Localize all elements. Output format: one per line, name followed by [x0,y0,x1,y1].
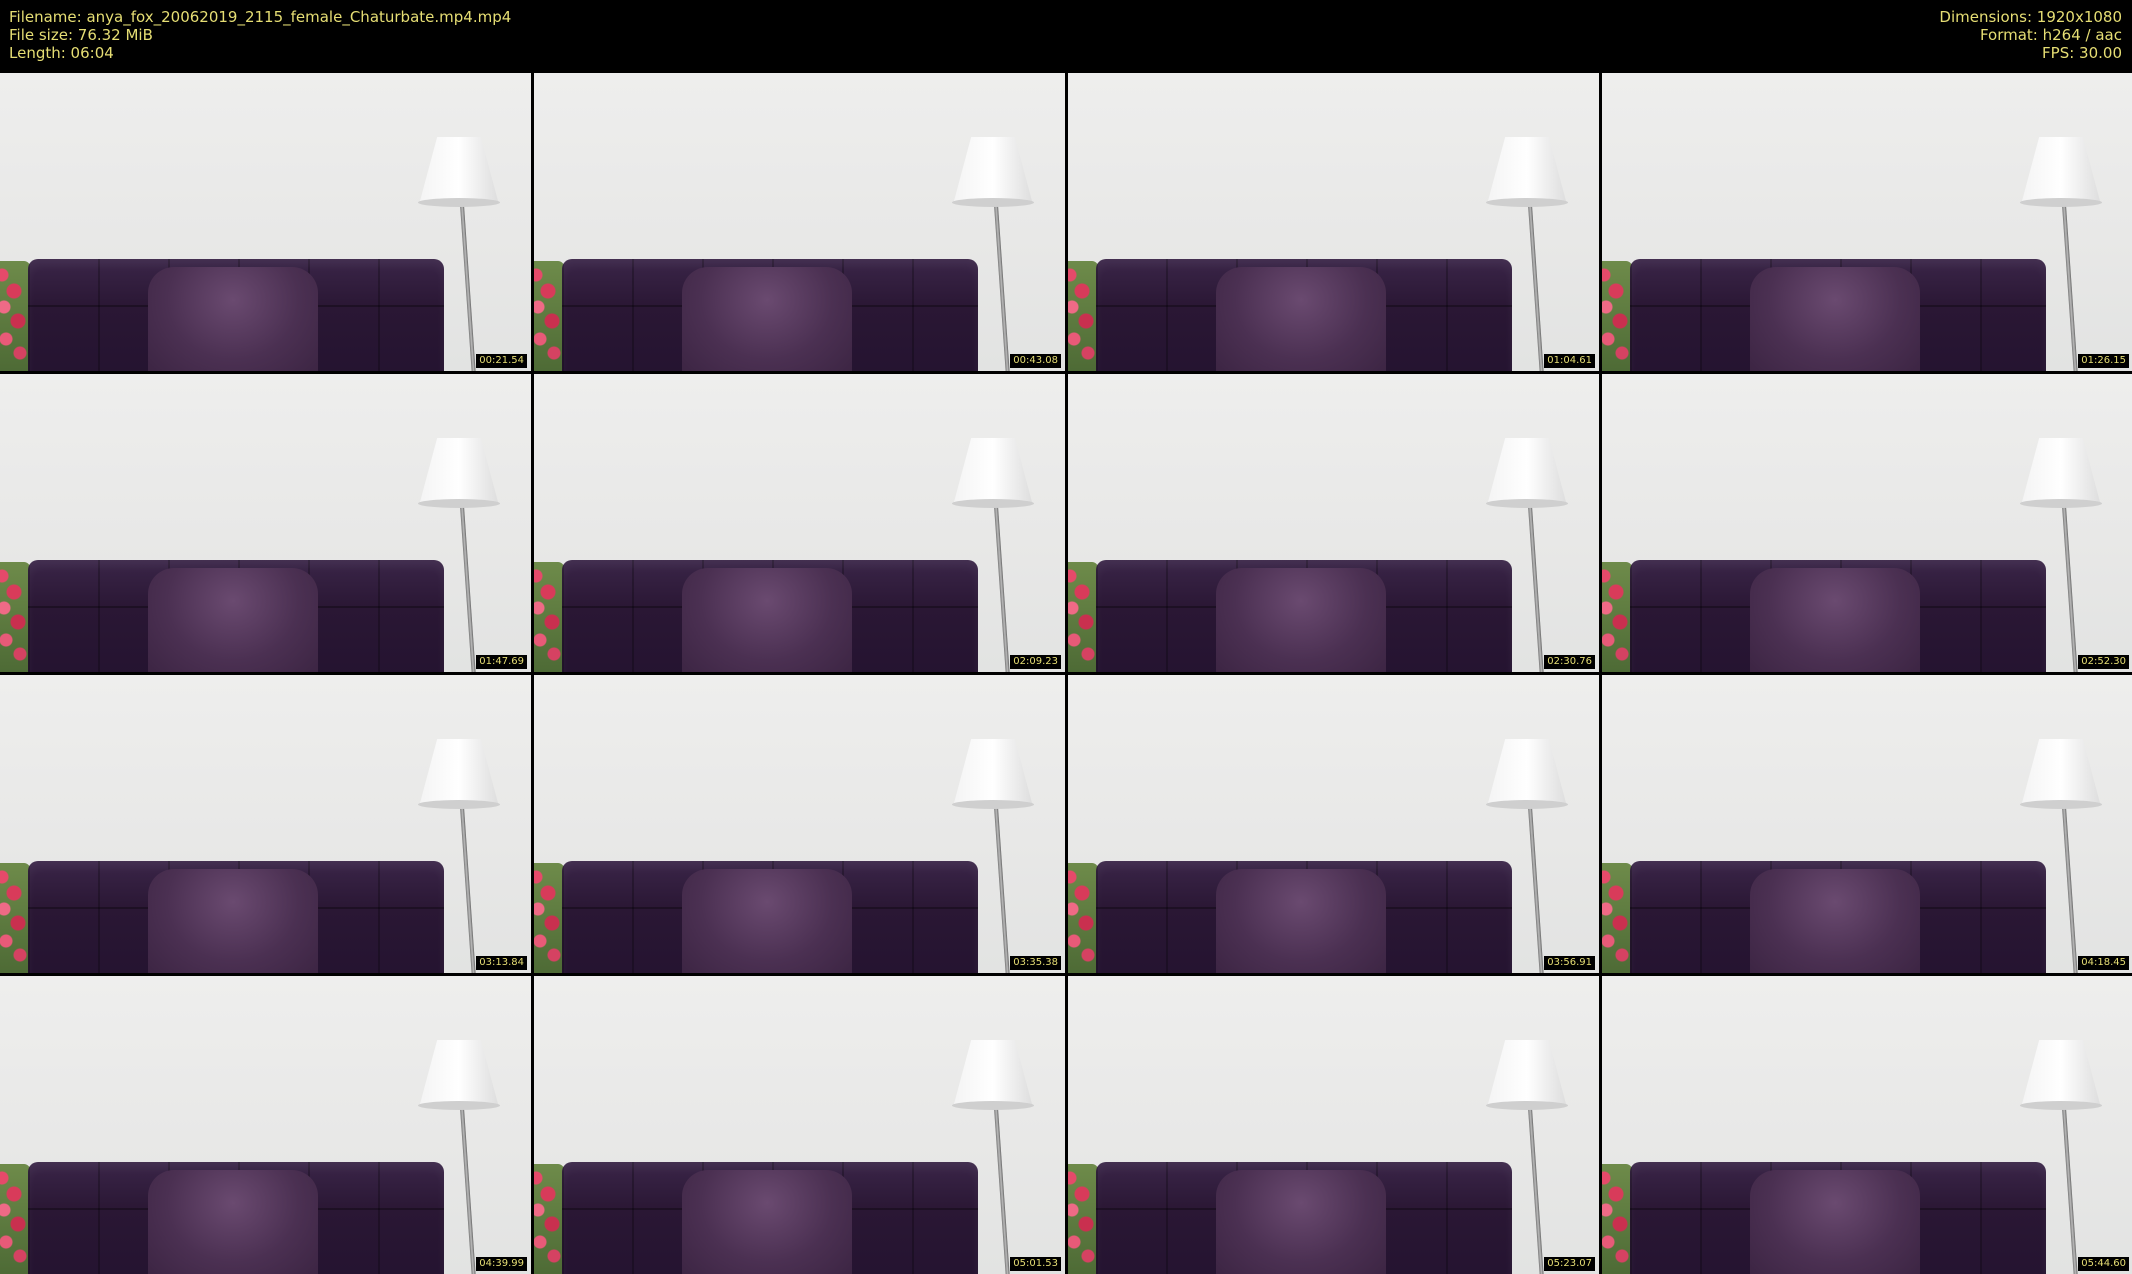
pillow [1750,267,1920,371]
fps-text: FPS: 30.00 [2042,44,2122,62]
thumbnail-frame: 01:04.61 [1068,73,1599,371]
flower-bouquet [0,863,30,973]
thumbnail-timestamp: 05:23.07 [1544,1257,1595,1271]
filename-text: Filename: anya_fox_20062019_2115_female_… [9,8,512,26]
lamp-rim [418,198,500,207]
info-header: Filename: anya_fox_20062019_2115_female_… [0,0,2132,72]
lamp-rim [2020,800,2102,809]
pillow [148,568,318,672]
thumbnail-timestamp: 02:52.30 [2078,655,2129,669]
flower-bouquet [0,562,30,672]
thumbnail-timestamp: 03:56.91 [1544,956,1595,970]
flower-bouquet [1068,1164,1098,1274]
lamp-rim [1486,499,1568,508]
thumbnail-frame: 04:39.99 [0,976,531,1274]
thumbnail-frame: 01:47.69 [0,374,531,672]
flower-bouquet [534,863,564,973]
pillow [1750,869,1920,973]
flower-bouquet [0,1164,30,1274]
flower-bouquet [1602,261,1632,371]
thumbnail-frame: 00:21.54 [0,73,531,371]
format-text: Format: h264 / aac [1979,26,2122,44]
thumbnail-timestamp: 04:39.99 [476,1257,527,1271]
flower-bouquet [1602,562,1632,672]
thumbnail-frame: 02:09.23 [534,374,1065,672]
flower-bouquet [534,562,564,672]
flower-bouquet [1068,261,1098,371]
lamp-rim [2020,499,2102,508]
thumbnail-grid: 00:21.54 00:43.08 01:04.61 01:26.15 01:47.69… [0,73,2132,1274]
thumbnail-timestamp: 04:18.45 [2078,956,2129,970]
thumbnail-timestamp: 01:26.15 [2078,354,2129,368]
file-info: Filename: anya_fox_20062019_2115_female_… [9,8,511,62]
thumbnail-timestamp: 00:43.08 [1010,354,1061,368]
video-info: Dimensions: 1920x1080 Format: h264 / aac… [1939,8,2122,62]
pillow [682,869,852,973]
pillow [148,267,318,371]
thumbnail-frame: 03:13.84 [0,675,531,973]
thumbnail-frame: 05:01.53 [534,976,1065,1274]
thumbnail-timestamp: 05:44.60 [2078,1257,2129,1271]
lamp-rim [2020,198,2102,207]
pillow [1750,568,1920,672]
thumbnail-timestamp: 03:35.38 [1010,956,1061,970]
thumbnail-timestamp: 01:47.69 [476,655,527,669]
pillow [682,568,852,672]
pillow [148,1170,318,1274]
thumbnail-frame: 04:18.45 [1602,675,2132,973]
lamp-rim [952,198,1034,207]
thumbnail-timestamp: 02:09.23 [1010,655,1061,669]
lamp-rim [418,499,500,508]
thumbnail-frame: 03:35.38 [534,675,1065,973]
lamp-rim [1486,800,1568,809]
thumbnail-timestamp: 02:30.76 [1544,655,1595,669]
thumbnail-frame: 02:30.76 [1068,374,1599,672]
lamp-rim [2020,1101,2102,1110]
length-text: Length: 06:04 [9,44,114,62]
pillow [1216,869,1386,973]
flower-bouquet [534,261,564,371]
lamp-rim [952,499,1034,508]
thumbnail-frame: 00:43.08 [534,73,1065,371]
lamp-rim [1486,198,1568,207]
thumbnail-timestamp: 05:01.53 [1010,1257,1061,1271]
pillow [682,267,852,371]
lamp-rim [418,800,500,809]
flower-bouquet [1068,562,1098,672]
pillow [148,869,318,973]
flower-bouquet [1602,1164,1632,1274]
thumbnail-frame: 05:44.60 [1602,976,2132,1274]
pillow [1216,1170,1386,1274]
flower-bouquet [1068,863,1098,973]
thumbnail-timestamp: 01:04.61 [1544,354,1595,368]
lamp-rim [952,800,1034,809]
pillow [1216,267,1386,371]
lamp-rim [1486,1101,1568,1110]
lamp-rim [418,1101,500,1110]
flower-bouquet [1602,863,1632,973]
filesize-text: File size: 76.32 MiB [9,26,153,44]
thumbnail-frame: 02:52.30 [1602,374,2132,672]
thumbnail-timestamp: 03:13.84 [476,956,527,970]
flower-bouquet [0,261,30,371]
pillow [682,1170,852,1274]
pillow [1750,1170,1920,1274]
thumbnail-timestamp: 00:21.54 [476,354,527,368]
dimensions-text: Dimensions: 1920x1080 [1939,8,2122,26]
thumbnail-frame: 05:23.07 [1068,976,1599,1274]
flower-bouquet [534,1164,564,1274]
thumbnail-frame: 03:56.91 [1068,675,1599,973]
thumbnail-frame: 01:26.15 [1602,73,2132,371]
pillow [1216,568,1386,672]
lamp-rim [952,1101,1034,1110]
